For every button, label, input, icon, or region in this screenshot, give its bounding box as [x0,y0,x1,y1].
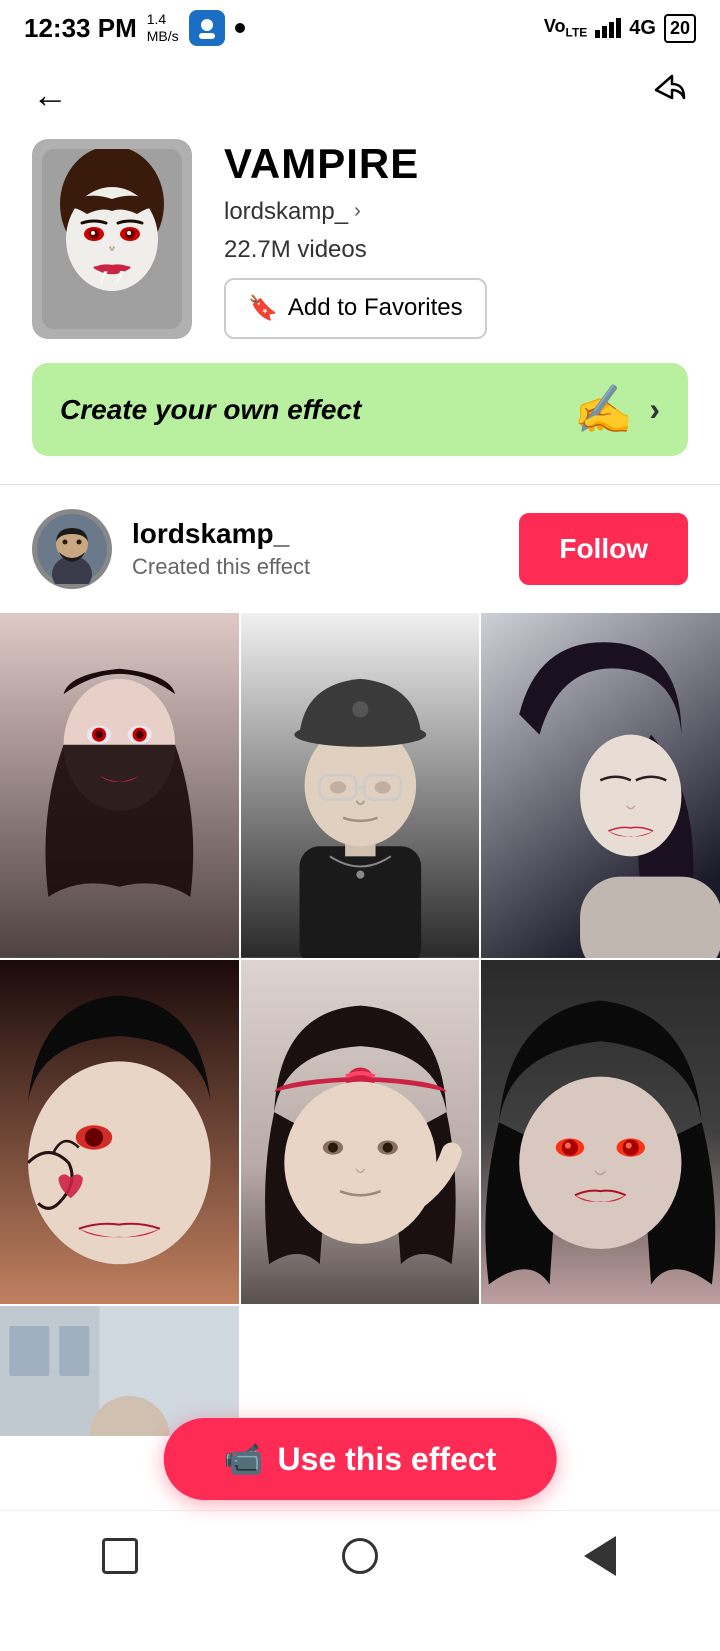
bookmark-icon: 🔖 [248,294,278,323]
creator-row: lordskamp_ Created this effect Follow [0,509,720,613]
video-cell-5[interactable] [241,960,480,1305]
camera-icon: 📹 [224,1440,264,1478]
nav-back-button[interactable] [575,1531,625,1581]
creator-chevron-icon: › [354,200,361,223]
square-icon [102,1538,138,1574]
status-dot [235,23,245,33]
add-to-favorites-button[interactable]: 🔖 Add to Favorites [224,278,487,339]
effect-creator-link[interactable]: lordskamp_ › [224,198,688,226]
triangle-icon [584,1536,616,1576]
status-right: VoLTE 4G 20 [544,14,696,43]
section-divider [0,484,720,485]
creator-username: lordskamp_ [132,518,499,550]
follow-button[interactable]: Follow [519,513,688,585]
use-this-effect-button[interactable]: 📹 Use this effect [164,1418,557,1500]
signal-bars [595,18,621,38]
back-button[interactable]: ← [32,74,68,116]
video-cell-3[interactable] [481,613,720,958]
video-cell-2[interactable] [241,613,480,958]
nav-stop-button[interactable] [95,1531,145,1581]
hand-pen-icon: ✍️ [574,381,634,438]
creator-info: lordskamp_ Created this effect [132,518,499,580]
create-banner-text: Create your own effect [60,394,361,426]
use-effect-container: 📹 Use this effect [164,1418,557,1500]
effect-video-count: 22.7M videos [224,236,688,264]
creator-avatar[interactable] [32,509,112,589]
effect-header: VAMPIRE lordskamp_ › 22.7M videos 🔖 Add … [0,139,720,363]
bottom-navigation [0,1510,720,1600]
share-button[interactable] [648,70,688,119]
lte-icon: VoLTE [544,16,587,40]
video-cell-1[interactable] [0,613,239,958]
nav-home-button[interactable] [335,1531,385,1581]
network-type: 4G [629,17,656,40]
status-left: 12:33 PM 1.4 MB/s [24,10,245,46]
create-banner-right: ✍️ › [574,381,660,438]
status-bar: 12:33 PM 1.4 MB/s VoLTE 4G 20 [0,0,720,54]
banner-chevron-icon: › [649,391,660,428]
circle-icon [342,1538,378,1574]
battery-indicator: 20 [664,14,696,43]
effect-info: VAMPIRE lordskamp_ › 22.7M videos 🔖 Add … [224,140,688,339]
creator-subtitle: Created this effect [132,554,499,580]
video-cell-4[interactable] [0,960,239,1305]
top-nav: ← [0,54,720,139]
video-cell-6[interactable] [481,960,720,1305]
app-icon [189,10,225,46]
create-own-effect-banner[interactable]: Create your own effect ✍️ › [32,363,688,456]
status-speed: 1.4 MB/s [147,11,179,45]
effect-title: VAMPIRE [224,140,688,188]
status-time: 12:33 PM [24,13,137,44]
effect-thumbnail [32,139,192,339]
